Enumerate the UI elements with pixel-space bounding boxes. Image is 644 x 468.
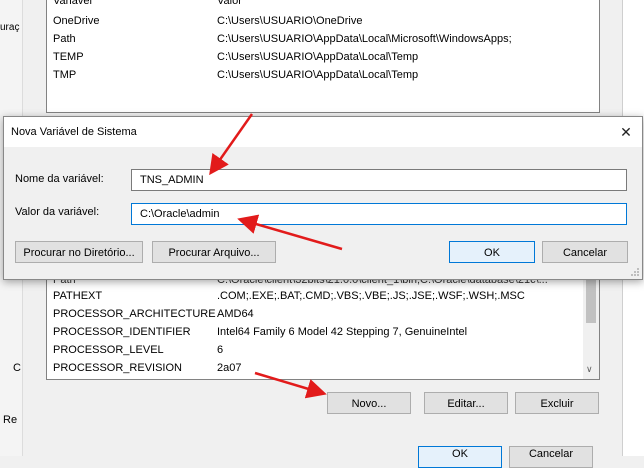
- arrow-to-name-field: [209, 113, 254, 176]
- annotation-arrows: [209, 113, 343, 399]
- arrow-to-new-button: [254, 371, 327, 399]
- arrow-to-value-field: [237, 214, 343, 251]
